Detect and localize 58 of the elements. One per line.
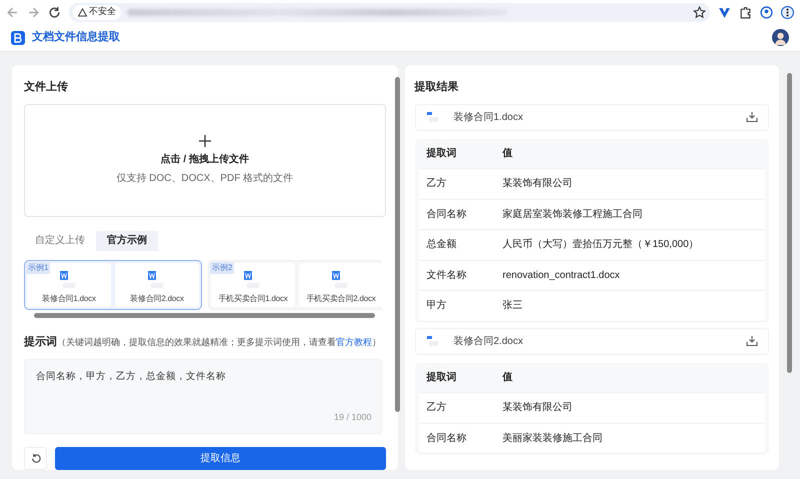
section-title: 文件上传 — [24, 80, 69, 95]
download-icon[interactable] — [746, 335, 758, 347]
scrollbar-thumb[interactable] — [34, 312, 375, 318]
example-group[interactable]: 装修合同1.docx 装修合同2.docx 示例1 — [24, 260, 202, 310]
dropzone-title: 点击 / 拖拽上传文件 — [160, 152, 249, 167]
example-tag: 示例2 — [210, 262, 234, 274]
tutorial-link[interactable]: 官方教程 — [336, 336, 372, 346]
column-header: 值 — [502, 370, 514, 385]
table-cell-text: 人民币（大写）壹拾伍万元整（￥150,000） — [502, 238, 700, 252]
char-counter: 19 / 1000 — [334, 410, 372, 424]
reset-icon — [30, 453, 41, 464]
reload-icon[interactable] — [48, 6, 61, 18]
app-title: 文档文件信息提取 — [32, 30, 120, 46]
example-tag: 示例1 — [26, 262, 50, 274]
profile-icon[interactable] — [760, 6, 773, 18]
warning-icon — [78, 8, 87, 16]
plus-icon — [198, 134, 212, 148]
document-icon — [426, 111, 440, 123]
extract-button[interactable]: 提取信息 — [55, 447, 386, 470]
logo-icon — [11, 30, 25, 44]
dropzone-hint: 仅支持 DOC、DOCX、PDF 格式的文件 — [116, 172, 294, 186]
scrollbar-thumb[interactable] — [787, 73, 792, 373]
table-cell-text: 某装饰有限公司 — [502, 176, 574, 192]
address-bar[interactable]: 不安全 — [69, 2, 710, 22]
puzzle-icon[interactable] — [739, 6, 752, 18]
security-chip[interactable]: 不安全 — [73, 4, 121, 20]
prompt-label: 提示词（关键词越明确，提取信息的效果就越精准；更多提示词使用，请查看官方教程） — [24, 334, 382, 350]
table-cell-text: 合同名称 — [426, 208, 468, 222]
table-cell-text: 甲方 — [426, 298, 448, 314]
table-cell-text: 合同名称 — [426, 432, 468, 446]
column-header: 提取词 — [425, 370, 458, 385]
upload-dropzone[interactable]: 点击 / 拖拽上传文件 仅支持 DOC、DOCX、PDF 格式的文件 — [24, 104, 386, 216]
table-cell-text: 乙方 — [426, 400, 448, 416]
table-cell-text: 家庭居室装饰装修工程施工合同 — [502, 208, 644, 222]
file-name: 装修合同1.docx — [454, 110, 524, 124]
example-file[interactable]: 手机买卖合同2.docx — [299, 262, 382, 306]
download-icon[interactable] — [746, 111, 758, 123]
table-cell-text: 某装饰有限公司 — [502, 400, 574, 416]
table-cell-text: 文件名称 — [426, 268, 468, 283]
example-group[interactable]: 手机买卖合同1.docx 手机买卖合同2.docx 示例2 — [208, 260, 382, 310]
extension-icon[interactable] — [718, 6, 731, 18]
column-header: 提取词 — [425, 146, 458, 161]
table-cell-text: 总金额 — [426, 238, 458, 252]
menu-icon[interactable] — [781, 6, 794, 18]
avatar-icon[interactable] — [772, 29, 789, 46]
section-title: 提取结果 — [414, 80, 460, 95]
reset-button[interactable] — [24, 447, 47, 470]
table-cell-text: 张三 — [502, 298, 524, 314]
table-cell-text: 乙方 — [426, 176, 448, 192]
tab[interactable]: 官方示例 — [96, 230, 158, 250]
document-icon — [426, 335, 440, 347]
file-name: 装修合同2.docx — [454, 334, 524, 348]
table-cell-text: 美丽家装装修施工合同 — [502, 432, 604, 446]
example-file[interactable]: 装修合同2.docx — [115, 262, 199, 306]
column-header: 值 — [502, 146, 514, 161]
scrollbar-thumb[interactable] — [395, 77, 400, 412]
star-icon[interactable] — [693, 6, 706, 18]
table-cell-text: renovation_contract1.docx — [502, 268, 621, 283]
